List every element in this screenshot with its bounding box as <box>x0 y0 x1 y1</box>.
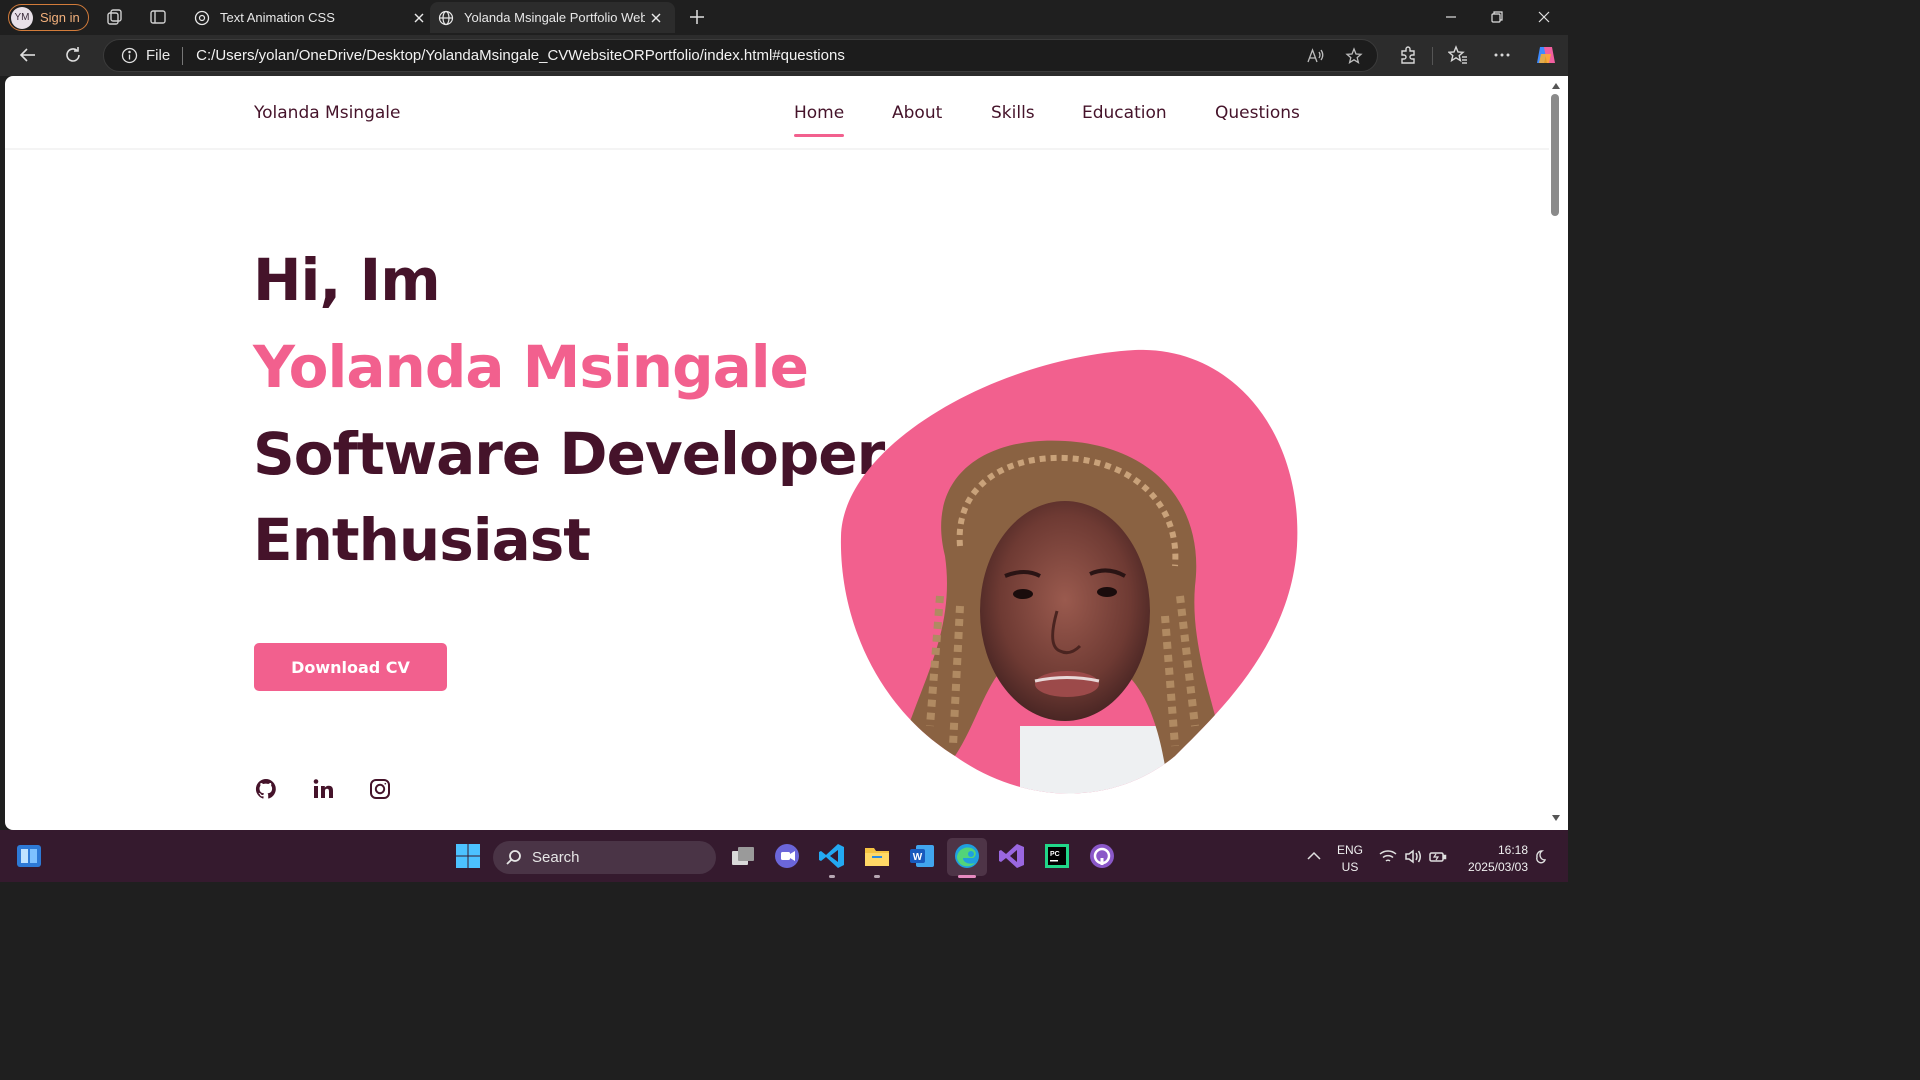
edge-active-indicator <box>958 875 976 878</box>
windows-taskbar: Search W PC ENG US 16:18 2025/03/03 <box>0 830 1568 882</box>
profile-signin-button[interactable]: YM Sign in <box>8 4 89 31</box>
hero-greeting: Hi, Im <box>253 246 441 314</box>
browser-toolbar: File C:/Users/yolan/OneDrive/Desktop/Yol… <box>0 35 1568 76</box>
nav-questions[interactable]: Questions <box>1215 103 1300 123</box>
profile-avatar: YM <box>11 6 33 29</box>
word-icon[interactable]: W <box>908 842 936 870</box>
browser-tab-strip: YM Sign in Text Animation CSS Yolanda Ms… <box>0 0 1568 35</box>
teams-chat-icon[interactable] <box>773 842 801 870</box>
nav-home[interactable]: Home <box>794 103 844 123</box>
scroll-down-icon[interactable] <box>1551 814 1561 822</box>
edge-browser-icon[interactable] <box>953 842 981 870</box>
tab-title: Text Animation CSS <box>220 10 335 25</box>
tab-text-animation[interactable]: Text Animation CSS <box>186 2 430 33</box>
instagram-icon[interactable] <box>368 777 392 801</box>
copilot-icon[interactable] <box>1535 44 1557 66</box>
linkedin-icon[interactable] <box>311 777 335 801</box>
task-view-icon[interactable] <box>729 842 757 870</box>
wifi-icon[interactable] <box>1379 849 1397 864</box>
visual-studio-icon[interactable] <box>998 842 1026 870</box>
workspaces-icon[interactable] <box>106 8 124 26</box>
widgets-icon[interactable] <box>16 843 42 869</box>
hero-role-line1: Software Developer <box>253 420 885 488</box>
nav-skills[interactable]: Skills <box>991 103 1035 123</box>
back-arrow-icon[interactable] <box>18 45 38 65</box>
scroll-up-icon[interactable] <box>1551 82 1561 90</box>
read-aloud-icon[interactable] <box>1306 47 1324 65</box>
notifications-bell-icon[interactable] <box>1535 849 1549 865</box>
search-icon <box>506 850 521 865</box>
site-header: Yolanda Msingale Home About Skills Educa… <box>5 76 1549 150</box>
hero-role-line2: Enthusiast <box>253 506 591 574</box>
address-separator <box>182 46 184 65</box>
close-tab-icon[interactable] <box>412 11 426 25</box>
favorites-icon[interactable] <box>1448 45 1468 65</box>
nav-about[interactable]: About <box>892 103 942 123</box>
refresh-icon[interactable] <box>63 45 83 65</box>
url-text[interactable]: C:/Users/yolan/OneDrive/Desktop/YolandaM… <box>196 47 845 64</box>
site-logo[interactable]: Yolanda Msingale <box>254 103 400 123</box>
clock-date[interactable]: 2025/03/03 <box>1455 860 1528 874</box>
toolbar-divider <box>1432 47 1433 65</box>
new-tab-icon[interactable] <box>688 8 706 26</box>
download-cv-button[interactable]: Download CV <box>254 643 447 691</box>
address-bar[interactable]: File C:/Users/yolan/OneDrive/Desktop/Yol… <box>103 39 1378 72</box>
clock-time[interactable]: 16:18 <box>1458 843 1528 857</box>
github-icon[interactable] <box>254 777 278 801</box>
explorer-running-indicator <box>874 875 880 878</box>
favorite-star-icon[interactable] <box>1345 47 1363 65</box>
search-label: Search <box>532 849 580 866</box>
file-explorer-icon[interactable] <box>863 842 891 870</box>
minimize-icon[interactable] <box>1444 10 1458 24</box>
signin-label: Sign in <box>40 10 80 25</box>
more-options-icon[interactable] <box>1492 45 1512 65</box>
svg-text:PC: PC <box>1050 851 1060 858</box>
volume-icon[interactable] <box>1404 849 1422 864</box>
show-hidden-icons-chevron-up-icon[interactable] <box>1307 851 1321 861</box>
svg-text:W: W <box>913 852 923 863</box>
vscode-running-indicator <box>829 875 835 878</box>
close-tab-icon[interactable] <box>649 11 663 25</box>
globe-icon <box>438 10 454 25</box>
github-desktop-icon[interactable] <box>1088 842 1116 870</box>
tab-portfolio[interactable]: Yolanda Msingale Portfolio Website <box>430 2 675 33</box>
start-windows-icon[interactable] <box>454 842 482 870</box>
scheme-label: File <box>146 47 171 64</box>
taskbar-search[interactable]: Search <box>493 841 716 874</box>
vscode-icon[interactable] <box>818 842 846 870</box>
battery-icon[interactable] <box>1429 849 1447 864</box>
region-indicator[interactable]: US <box>1335 860 1365 874</box>
nav-education[interactable]: Education <box>1082 103 1167 123</box>
tab-title: Yolanda Msingale Portfolio Website <box>464 10 645 25</box>
hero-name: Yolanda Msingale <box>253 333 809 401</box>
extensions-icon[interactable] <box>1398 45 1418 65</box>
active-nav-indicator <box>794 134 844 137</box>
site-info-icon[interactable] <box>121 47 138 64</box>
chatgpt-icon <box>194 10 210 25</box>
close-window-icon[interactable] <box>1537 10 1551 24</box>
page-viewport: Yolanda Msingale Home About Skills Educa… <box>5 76 1549 830</box>
pycharm-icon[interactable]: PC <box>1043 842 1071 870</box>
language-indicator[interactable]: ENG <box>1335 843 1365 857</box>
restore-icon[interactable] <box>1490 10 1504 24</box>
tab-actions-icon[interactable] <box>149 8 167 26</box>
profile-photo-blob <box>840 349 1298 794</box>
scroll-thumb[interactable] <box>1551 94 1559 216</box>
